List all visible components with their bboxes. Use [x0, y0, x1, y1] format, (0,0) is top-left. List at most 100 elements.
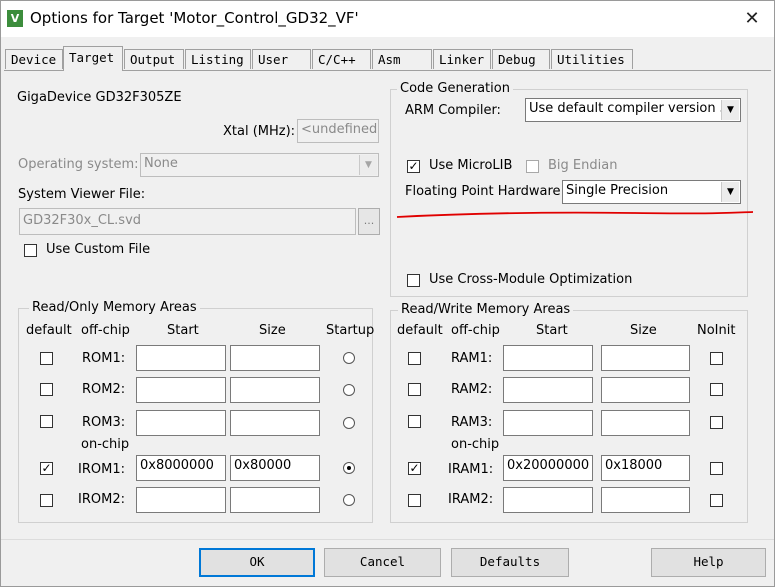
tab-listing[interactable]: Listing [185, 49, 251, 69]
tab-device[interactable]: Device [5, 49, 63, 69]
iram2-start-input[interactable] [503, 487, 593, 513]
xtal-label: Xtal (MHz): [223, 124, 296, 139]
rw-header-offchip: off-chip [451, 323, 500, 338]
compiler-select-value: Use default compiler version 5 [529, 101, 729, 116]
rw-header-start: Start [536, 323, 568, 338]
fpu-label: Floating Point Hardware: [405, 184, 565, 199]
xtal-input[interactable]: <undefined> [297, 119, 379, 143]
ram2-size-input[interactable] [601, 377, 690, 403]
iram2-noinit-checkbox[interactable] [710, 494, 723, 507]
custom-file-label: Use Custom File [46, 242, 151, 257]
ro-header-start: Start [167, 323, 199, 338]
defaults-button[interactable]: Defaults [451, 548, 569, 577]
ram1-label: RAM1: [451, 351, 493, 366]
rom2-size-input[interactable] [230, 377, 320, 403]
tab-debug[interactable]: Debug [492, 49, 550, 69]
red-underline-annotation [396, 211, 754, 218]
ram3-default-checkbox[interactable] [408, 415, 421, 428]
iram2-size-input[interactable] [601, 487, 690, 513]
microlib-label: Use MicroLIB [429, 158, 513, 173]
ram3-label: RAM3: [451, 415, 493, 430]
microlib-checkbox[interactable]: ✓ [407, 160, 420, 173]
rw-memory-title: Read/Write Memory Areas [398, 302, 574, 317]
iram2-default-checkbox[interactable] [408, 494, 421, 507]
window-title: Options for Target 'Motor_Control_GD32_V… [30, 9, 359, 27]
iram1-start-input[interactable]: 0x20000000 [503, 455, 593, 481]
svd-input[interactable]: GD32F30x_CL.svd [19, 208, 356, 235]
tab-c-cpp[interactable]: C/C++ [312, 49, 371, 69]
iram1-noinit-checkbox[interactable] [710, 462, 723, 475]
rom1-startup-radio[interactable] [343, 352, 355, 364]
rom1-label: ROM1: [82, 351, 126, 366]
irom1-default-checkbox[interactable]: ✓ [40, 462, 53, 475]
options-dialog: V Options for Target 'Motor_Control_GD32… [0, 0, 775, 587]
irom2-default-checkbox[interactable] [40, 494, 53, 507]
irom1-startup-radio[interactable] [343, 462, 355, 474]
close-icon[interactable]: ✕ [739, 6, 765, 32]
big-endian-checkbox[interactable] [526, 160, 539, 173]
fpu-select[interactable]: Single Precision ▼ [562, 180, 741, 204]
ram1-default-checkbox[interactable] [408, 352, 421, 365]
rom3-default-checkbox[interactable] [40, 415, 53, 428]
irom2-start-input[interactable] [136, 487, 226, 513]
svd-browse-button[interactable]: ... [358, 208, 380, 235]
ram3-size-input[interactable] [601, 410, 690, 436]
tab-linker[interactable]: Linker [433, 49, 491, 69]
help-button[interactable]: Help [651, 548, 766, 577]
custom-file-checkbox[interactable] [24, 244, 37, 257]
title-bar: V Options for Target 'Motor_Control_GD32… [1, 1, 774, 37]
ro-header-default: default [26, 323, 72, 338]
ram3-noinit-checkbox[interactable] [710, 416, 723, 429]
iram2-label: IRAM2: [448, 492, 494, 507]
chevron-down-icon: ▼ [359, 155, 377, 175]
cross-module-label: Use Cross-Module Optimization [429, 272, 633, 287]
tab-utilities[interactable]: Utilities [551, 49, 633, 69]
irom2-size-input[interactable] [230, 487, 320, 513]
ro-header-size: Size [259, 323, 286, 338]
ram2-start-input[interactable] [503, 377, 593, 403]
rom2-startup-radio[interactable] [343, 384, 355, 396]
ram1-noinit-checkbox[interactable] [710, 352, 723, 365]
irom1-size-input[interactable]: 0x80000 [230, 455, 320, 481]
iram1-size-input[interactable]: 0x18000 [601, 455, 690, 481]
ro-onchip-label: on-chip [81, 437, 130, 452]
rom3-size-input[interactable] [230, 410, 320, 436]
tab-user[interactable]: User [252, 49, 311, 69]
cross-module-checkbox[interactable] [407, 274, 420, 287]
ram2-label: RAM2: [451, 382, 493, 397]
fpu-select-value: Single Precision [566, 183, 669, 198]
os-select[interactable]: None ▼ [140, 153, 379, 177]
tab-target[interactable]: Target [63, 46, 123, 71]
rom1-default-checkbox[interactable] [40, 352, 53, 365]
ram2-noinit-checkbox[interactable] [710, 383, 723, 396]
svd-label: System Viewer File: [18, 187, 146, 202]
rom1-start-input[interactable] [136, 345, 226, 371]
ram1-start-input[interactable] [503, 345, 593, 371]
os-select-value: None [144, 156, 178, 171]
rom2-default-checkbox[interactable] [40, 383, 53, 396]
tab-asm[interactable]: Asm [372, 49, 432, 69]
rom3-start-input[interactable] [136, 410, 226, 436]
iram1-label: IRAM1: [448, 462, 494, 477]
compiler-select[interactable]: Use default compiler version 5 ▼ [525, 98, 741, 122]
ram2-default-checkbox[interactable] [408, 383, 421, 396]
ram3-start-input[interactable] [503, 410, 593, 436]
irom2-label: IROM2: [78, 492, 125, 507]
ram1-size-input[interactable] [601, 345, 690, 371]
rw-onchip-label: on-chip [451, 437, 500, 452]
iram1-default-checkbox[interactable]: ✓ [408, 462, 421, 475]
irom2-startup-radio[interactable] [343, 494, 355, 506]
rom1-size-input[interactable] [230, 345, 320, 371]
os-label: Operating system: [18, 157, 139, 172]
big-endian-label: Big Endian [548, 158, 618, 173]
rom2-start-input[interactable] [136, 377, 226, 403]
rw-header-default: default [397, 323, 443, 338]
rom3-startup-radio[interactable] [343, 417, 355, 429]
ro-header-offchip: off-chip [81, 323, 130, 338]
cancel-button[interactable]: Cancel [324, 548, 441, 577]
irom1-start-input[interactable]: 0x8000000 [136, 455, 226, 481]
checkmark-icon: ✓ [41, 461, 52, 475]
rom3-label: ROM3: [82, 415, 126, 430]
tab-output[interactable]: Output [124, 49, 184, 69]
ok-button[interactable]: OK [199, 548, 315, 577]
